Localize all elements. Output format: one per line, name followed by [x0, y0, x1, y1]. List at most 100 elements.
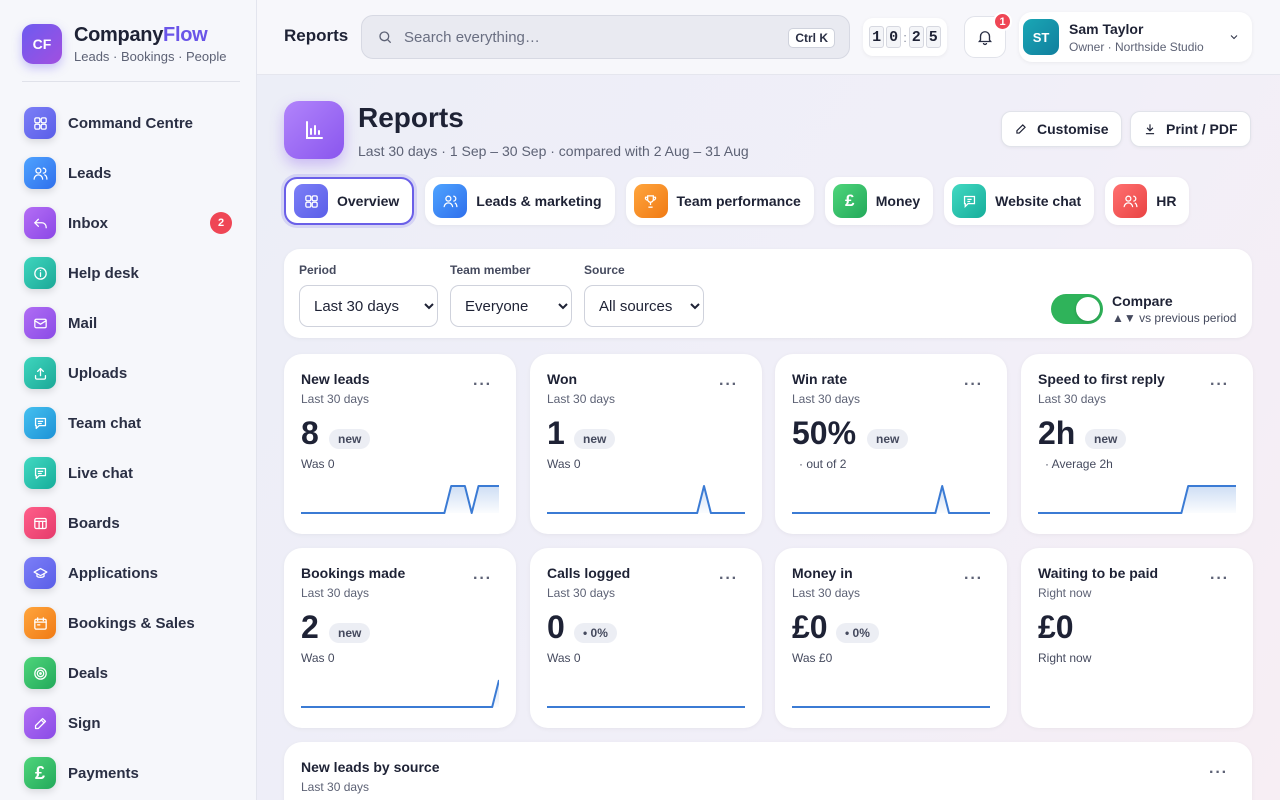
- report-tabs: Overview Leads & marketing Team performa…: [284, 177, 1200, 225]
- sidebar-item-label: Uploads: [68, 364, 128, 382]
- sidebar-item-uploads[interactable]: Uploads: [24, 348, 234, 398]
- member-select[interactable]: Everyone: [450, 285, 572, 327]
- user-role: Owner · Northside Studio: [1069, 39, 1204, 54]
- sparkline-area: [1038, 486, 1236, 513]
- sidebar-item-applications[interactable]: Applications: [24, 548, 234, 598]
- period-select[interactable]: Last 30 days: [299, 285, 438, 327]
- compare-toggle[interactable]: [1051, 294, 1103, 324]
- more-icon[interactable]: ···: [1209, 764, 1228, 782]
- more-icon[interactable]: ···: [964, 570, 983, 588]
- kpi-card-bookings-made: Bookings made Last 30 days ··· 2 new Was…: [284, 548, 516, 728]
- card-note: · Average 2h: [1045, 457, 1113, 471]
- sidebar-item-label: Leads: [68, 164, 112, 182]
- card-period: Last 30 days: [792, 392, 861, 406]
- kpi-card-win-rate: Win rate Last 30 days ··· 50% new · out …: [775, 354, 1007, 534]
- sidebar-item-inbox[interactable]: Inbox 2: [24, 198, 234, 248]
- topbar-title: Reports: [284, 26, 349, 45]
- filters-panel: Period Last 30 days Team member Everyone…: [284, 249, 1252, 338]
- sidebar-item-boards[interactable]: Boards: [24, 498, 234, 548]
- customise-label: Customise: [1037, 121, 1109, 137]
- sidebar-item-team-chat[interactable]: Team chat: [24, 398, 234, 448]
- member-filter: Team member Everyone: [450, 263, 572, 327]
- sparkline: [301, 679, 499, 708]
- brand-tagline: Leads · Bookings · People: [74, 49, 227, 64]
- card-title: Won: [547, 371, 578, 387]
- chart-icon: [284, 101, 344, 159]
- card-value: 8: [301, 415, 319, 451]
- user-menu[interactable]: ST Sam Taylor Owner · Northside Studio: [1019, 12, 1252, 62]
- reply-icon: [24, 207, 56, 239]
- user-name: Sam Taylor: [1069, 20, 1144, 37]
- divider: [22, 81, 240, 82]
- tab-overview[interactable]: Overview: [284, 177, 415, 225]
- sidebar-item-help-desk[interactable]: Help desk: [24, 248, 234, 298]
- more-icon[interactable]: ···: [473, 376, 492, 394]
- card-note: Was 0: [547, 651, 581, 665]
- sparkline-area: [547, 486, 745, 513]
- more-icon[interactable]: ···: [719, 570, 738, 588]
- kpi-card-speed-to-first-reply: Speed to first reply Last 30 days ··· 2h…: [1021, 354, 1253, 534]
- card-badge: new: [867, 429, 909, 449]
- tab-team-performance[interactable]: Team performance: [625, 177, 814, 225]
- pen-icon: [24, 707, 56, 739]
- brand[interactable]: CF CompanyFlow Leads · Bookings · People: [22, 24, 226, 64]
- card-value: 0: [547, 609, 565, 645]
- card-title: New leads: [301, 371, 370, 387]
- more-icon[interactable]: ···: [719, 376, 738, 394]
- tab-label: Website chat: [995, 193, 1082, 209]
- more-icon[interactable]: ···: [964, 376, 983, 394]
- sidebar-item-mail[interactable]: Mail: [24, 298, 234, 348]
- compare-control: Compare ▲▼ vs previous period: [1051, 293, 1236, 325]
- more-icon[interactable]: ···: [473, 570, 492, 588]
- tab-website-chat[interactable]: Website chat: [944, 177, 1095, 225]
- sidebar-item-bookings-sales[interactable]: Bookings & Sales: [24, 598, 234, 648]
- pound-icon: £: [24, 757, 56, 789]
- topbar: Reports Ctrl K 1 0 : 2 5 1 ST Sam Taylor…: [257, 0, 1280, 75]
- users-icon: [24, 157, 56, 189]
- member-label: Team member: [450, 263, 531, 277]
- sidebar-item-command-centre[interactable]: Command Centre: [24, 98, 234, 148]
- sidebar-item-label: Command Centre: [68, 114, 194, 132]
- sidebar-item-sign[interactable]: Sign: [24, 698, 234, 748]
- kpi-card-calls-logged: Calls logged Last 30 days ··· 0 • 0% Was…: [530, 548, 762, 728]
- card-badge: • 0%: [574, 623, 617, 643]
- sidebar-item-live-chat[interactable]: Live chat: [24, 448, 234, 498]
- period-filter: Period Last 30 days: [299, 263, 438, 327]
- sidebar-item-label: Mail: [68, 314, 98, 332]
- tab-leads-marketing[interactable]: Leads & marketing: [425, 177, 615, 225]
- sidebar-item-payments[interactable]: £ Payments: [24, 748, 234, 798]
- sidebar-item-label: Payments: [68, 764, 139, 782]
- card-period: Last 30 days: [301, 780, 370, 794]
- sparkline-line: [792, 485, 990, 514]
- card-badge: new: [1085, 429, 1127, 449]
- clock-digit: 0: [886, 26, 902, 48]
- clock-digit: 2: [908, 26, 924, 48]
- sidebar-item-leads[interactable]: Leads: [24, 148, 234, 198]
- notifications-button[interactable]: 1: [964, 12, 1012, 58]
- search-input[interactable]: [404, 28, 764, 46]
- sidebar-item-label: Inbox: [68, 214, 108, 232]
- sidebar-item-label: Applications: [68, 564, 159, 582]
- tab-hr[interactable]: HR: [1105, 177, 1190, 225]
- card-badge: new: [574, 429, 616, 449]
- users-icon: [1113, 184, 1148, 218]
- notifications-count-badge: 1: [993, 12, 1012, 31]
- tab-money[interactable]: £ Money: [824, 177, 934, 225]
- clock-digit: 5: [925, 26, 941, 48]
- search-box[interactable]: Ctrl K: [361, 15, 850, 59]
- sidebar-item-label: Live chat: [68, 464, 134, 482]
- more-icon[interactable]: ···: [1210, 376, 1229, 394]
- card-period: Last 30 days: [301, 586, 370, 600]
- print-pdf-button[interactable]: Print / PDF: [1130, 111, 1251, 147]
- kpi-card-won: Won Last 30 days ··· 1 new Was 0: [530, 354, 762, 534]
- sparkline: [547, 706, 745, 708]
- sparkline: [301, 485, 499, 514]
- card-badge: • 0%: [836, 623, 879, 643]
- source-select[interactable]: All sources: [584, 285, 704, 327]
- customise-button[interactable]: Customise: [1001, 111, 1122, 147]
- sidebar-item-deals[interactable]: Deals: [24, 648, 234, 698]
- tab-label: Team performance: [676, 193, 801, 209]
- card-note: Was 0: [547, 457, 581, 471]
- more-icon[interactable]: ···: [1210, 570, 1229, 588]
- search-icon: [379, 31, 392, 44]
